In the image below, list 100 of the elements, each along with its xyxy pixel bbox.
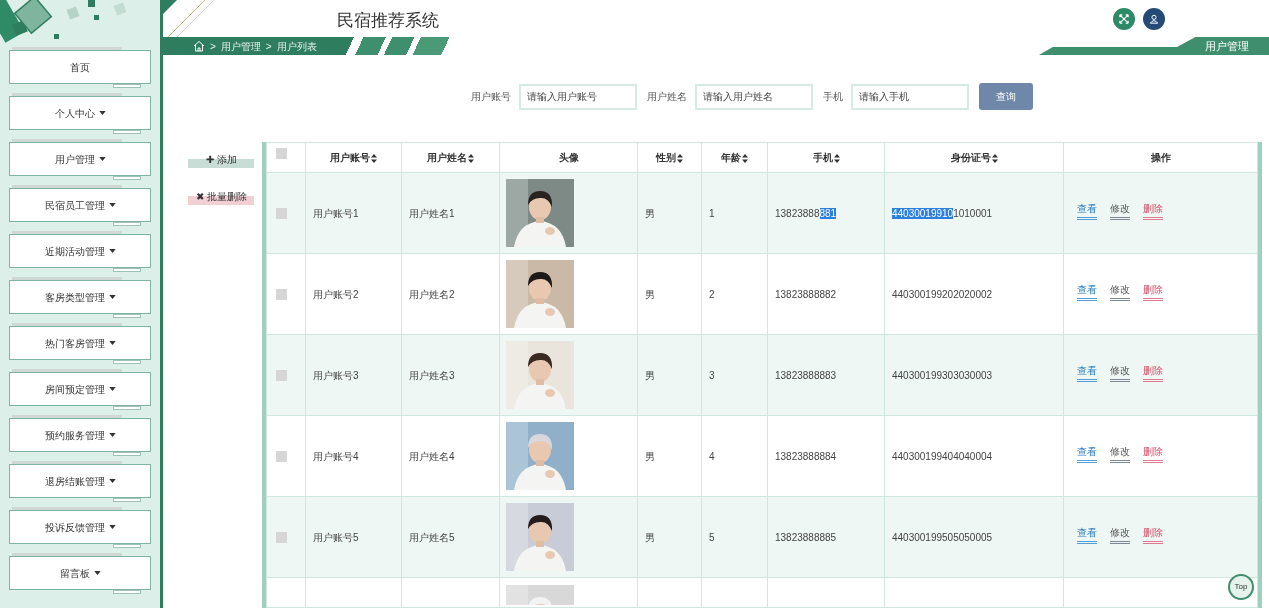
column-header[interactable]: 身份证号 <box>884 142 1064 173</box>
caret-icon <box>108 525 116 529</box>
edit-link[interactable]: 修改 <box>1110 525 1130 544</box>
field-label: 用户姓名 <box>647 90 687 104</box>
table-cell: 男 <box>637 253 702 335</box>
sidebar-item[interactable]: 客房类型管理 <box>9 280 151 314</box>
sidebar-item[interactable]: 个人中心 <box>9 96 151 130</box>
caret-icon <box>108 479 116 483</box>
caret-icon <box>108 433 116 437</box>
table-cell: 2 <box>701 253 768 335</box>
sidebar-item[interactable]: 留言板 <box>9 556 151 590</box>
table-cell: 440300199505050005 <box>884 496 1064 578</box>
caret-icon <box>108 295 116 299</box>
checkbox[interactable] <box>276 148 287 159</box>
column-header: 头像 <box>499 142 638 173</box>
table-cell: 用户姓名5 <box>401 496 500 578</box>
edit-link[interactable]: 修改 <box>1110 201 1130 220</box>
caret-icon <box>98 157 106 161</box>
column-header[interactable]: 年龄 <box>701 142 768 173</box>
table-cell: 13823888885 <box>767 496 885 578</box>
fullscreen-icon[interactable] <box>1113 7 1135 30</box>
table-cell: 用户姓名4 <box>401 415 500 497</box>
view-link[interactable]: 查看 <box>1077 282 1097 301</box>
caret-icon <box>108 341 116 345</box>
table-cell: 用户姓名1 <box>401 172 500 254</box>
table-cell: 男 <box>637 334 702 416</box>
search-field[interactable]: 请输入用户账号 <box>519 83 637 110</box>
table-cell: 男 <box>637 496 702 578</box>
table-cell: 男 <box>637 172 702 254</box>
breadcrumb-link[interactable]: 用户管理 <box>220 38 261 54</box>
section-title: 用户管理 <box>1205 38 1249 54</box>
view-link[interactable]: 查看 <box>1077 201 1097 220</box>
table-cell: 用户账号5 <box>305 496 402 578</box>
sidebar-item[interactable]: 预约服务管理 <box>9 418 151 452</box>
table-cell: 13823888883 <box>767 334 885 416</box>
field-label: 手机 <box>823 90 843 104</box>
checkbox[interactable] <box>276 369 287 381</box>
column-header[interactable]: 手机 <box>767 142 885 173</box>
sidebar-item[interactable]: 投诉反馈管理 <box>9 510 151 544</box>
table-cell: 用户姓名3 <box>401 334 500 416</box>
edit-link[interactable]: 修改 <box>1110 363 1130 382</box>
table-cell: 13823888881 <box>767 172 885 254</box>
table-cell: 5 <box>701 496 768 578</box>
table-cell: 13823888882 <box>767 253 885 335</box>
sidebar-item[interactable]: 房间预定管理 <box>9 372 151 406</box>
view-link[interactable]: 查看 <box>1077 444 1097 463</box>
edit-link[interactable]: 修改 <box>1110 444 1130 463</box>
search-field[interactable]: 请输入用户姓名 <box>695 83 813 110</box>
user-icon[interactable] <box>1143 7 1165 30</box>
sidebar-item[interactable]: 首页 <box>9 50 151 84</box>
table-cell: 440300199202020002 <box>884 253 1064 335</box>
checkbox[interactable] <box>276 207 287 219</box>
caret-icon <box>108 249 116 253</box>
breadcrumb-separator: > <box>210 39 216 54</box>
search-field[interactable]: 请输入手机 <box>851 83 969 110</box>
edit-link[interactable]: 修改 <box>1110 282 1130 301</box>
view-link[interactable]: 查看 <box>1077 525 1097 544</box>
delete-link[interactable]: 删除 <box>1143 201 1163 220</box>
caret-icon <box>93 571 101 575</box>
sort-icon[interactable] <box>742 153 748 163</box>
table-cell: 男 <box>637 415 702 497</box>
table-cell: 440300199101010001 <box>884 172 1064 254</box>
caret-icon <box>98 111 106 115</box>
sort-icon[interactable] <box>833 153 840 163</box>
caret-icon <box>108 387 116 391</box>
delete-link[interactable]: 删除 <box>1143 363 1163 382</box>
table-cell: 用户姓名2 <box>401 253 500 335</box>
sort-icon[interactable] <box>371 153 377 163</box>
sort-icon[interactable] <box>677 153 683 163</box>
column-header[interactable]: 性别 <box>637 142 702 173</box>
delete-link[interactable]: 删除 <box>1143 282 1163 301</box>
table-cell: 用户账号4 <box>305 415 402 497</box>
sidebar-item[interactable]: 用户管理 <box>9 142 151 176</box>
query-button[interactable]: 查询 <box>979 83 1033 110</box>
checkbox[interactable] <box>276 288 287 300</box>
field-label: 用户账号 <box>471 90 511 104</box>
sidebar-item[interactable]: 热门客房管理 <box>9 326 151 360</box>
sidebar-item[interactable]: 退房结账管理 <box>9 464 151 498</box>
delete-link[interactable]: 删除 <box>1143 444 1163 463</box>
breadcrumb-link[interactable]: 用户列表 <box>276 38 317 54</box>
sort-icon[interactable] <box>991 153 998 163</box>
table-cell: 用户账号2 <box>305 253 402 335</box>
system-title: 民宿推荐系统 <box>337 9 439 32</box>
checkbox[interactable] <box>276 531 287 543</box>
table-cell: 用户账号1 <box>305 172 402 254</box>
column-header[interactable]: 用户账号 <box>305 142 402 173</box>
sidebar-item[interactable]: 民宿员工管理 <box>9 188 151 222</box>
home-icon[interactable] <box>193 40 205 52</box>
delete-link[interactable]: 删除 <box>1143 525 1163 544</box>
breadcrumb-separator: > <box>265 39 272 54</box>
column-header[interactable]: 用户姓名 <box>401 142 500 173</box>
table-cell: 3 <box>701 334 768 416</box>
sidebar-item[interactable]: 近期活动管理 <box>9 234 151 268</box>
view-link[interactable]: 查看 <box>1077 363 1097 382</box>
column-header: 操作 <box>1063 142 1258 173</box>
checkbox[interactable] <box>276 450 287 462</box>
table-cell: 440300199404040004 <box>884 415 1064 497</box>
table-cell: 用户账号3 <box>305 334 402 416</box>
table-cell: 13823888884 <box>767 415 885 497</box>
sort-icon[interactable] <box>468 153 474 163</box>
